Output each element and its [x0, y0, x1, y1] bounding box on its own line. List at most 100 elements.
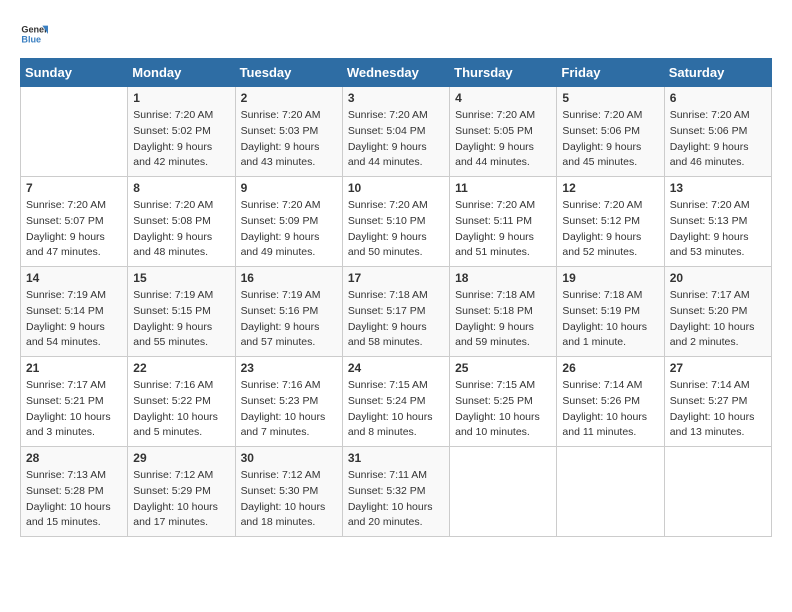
day-number: 30 — [241, 451, 337, 465]
day-info: Sunrise: 7:20 AMSunset: 5:08 PMDaylight:… — [133, 198, 229, 261]
day-number: 16 — [241, 271, 337, 285]
day-cell: 26 Sunrise: 7:14 AMSunset: 5:26 PMDaylig… — [557, 357, 664, 447]
day-cell: 18 Sunrise: 7:18 AMSunset: 5:18 PMDaylig… — [450, 267, 557, 357]
day-info: Sunrise: 7:15 AMSunset: 5:24 PMDaylight:… — [348, 378, 444, 441]
day-info: Sunrise: 7:20 AMSunset: 5:05 PMDaylight:… — [455, 108, 551, 171]
day-cell: 11 Sunrise: 7:20 AMSunset: 5:11 PMDaylig… — [450, 177, 557, 267]
day-info: Sunrise: 7:20 AMSunset: 5:12 PMDaylight:… — [562, 198, 658, 261]
day-cell — [664, 447, 771, 537]
day-number: 6 — [670, 91, 766, 105]
day-info: Sunrise: 7:16 AMSunset: 5:22 PMDaylight:… — [133, 378, 229, 441]
day-number: 10 — [348, 181, 444, 195]
day-cell: 23 Sunrise: 7:16 AMSunset: 5:23 PMDaylig… — [235, 357, 342, 447]
day-number: 5 — [562, 91, 658, 105]
day-cell: 17 Sunrise: 7:18 AMSunset: 5:17 PMDaylig… — [342, 267, 449, 357]
day-cell: 29 Sunrise: 7:12 AMSunset: 5:29 PMDaylig… — [128, 447, 235, 537]
day-number: 28 — [26, 451, 122, 465]
day-info: Sunrise: 7:18 AMSunset: 5:17 PMDaylight:… — [348, 288, 444, 351]
day-info: Sunrise: 7:11 AMSunset: 5:32 PMDaylight:… — [348, 468, 444, 531]
day-number: 11 — [455, 181, 551, 195]
header-thursday: Thursday — [450, 59, 557, 87]
header-sunday: Sunday — [21, 59, 128, 87]
day-cell: 8 Sunrise: 7:20 AMSunset: 5:08 PMDayligh… — [128, 177, 235, 267]
day-info: Sunrise: 7:18 AMSunset: 5:18 PMDaylight:… — [455, 288, 551, 351]
day-number: 7 — [26, 181, 122, 195]
week-row-3: 14 Sunrise: 7:19 AMSunset: 5:14 PMDaylig… — [21, 267, 772, 357]
day-cell: 25 Sunrise: 7:15 AMSunset: 5:25 PMDaylig… — [450, 357, 557, 447]
day-cell: 19 Sunrise: 7:18 AMSunset: 5:19 PMDaylig… — [557, 267, 664, 357]
day-info: Sunrise: 7:17 AMSunset: 5:21 PMDaylight:… — [26, 378, 122, 441]
day-cell: 20 Sunrise: 7:17 AMSunset: 5:20 PMDaylig… — [664, 267, 771, 357]
day-info: Sunrise: 7:19 AMSunset: 5:16 PMDaylight:… — [241, 288, 337, 351]
day-cell: 3 Sunrise: 7:20 AMSunset: 5:04 PMDayligh… — [342, 87, 449, 177]
day-number: 29 — [133, 451, 229, 465]
day-number: 23 — [241, 361, 337, 375]
day-cell: 5 Sunrise: 7:20 AMSunset: 5:06 PMDayligh… — [557, 87, 664, 177]
day-info: Sunrise: 7:20 AMSunset: 5:02 PMDaylight:… — [133, 108, 229, 171]
day-cell: 10 Sunrise: 7:20 AMSunset: 5:10 PMDaylig… — [342, 177, 449, 267]
day-number: 15 — [133, 271, 229, 285]
day-info: Sunrise: 7:12 AMSunset: 5:29 PMDaylight:… — [133, 468, 229, 531]
day-info: Sunrise: 7:20 AMSunset: 5:11 PMDaylight:… — [455, 198, 551, 261]
day-cell: 4 Sunrise: 7:20 AMSunset: 5:05 PMDayligh… — [450, 87, 557, 177]
day-number: 17 — [348, 271, 444, 285]
day-info: Sunrise: 7:20 AMSunset: 5:07 PMDaylight:… — [26, 198, 122, 261]
day-cell: 13 Sunrise: 7:20 AMSunset: 5:13 PMDaylig… — [664, 177, 771, 267]
day-info: Sunrise: 7:12 AMSunset: 5:30 PMDaylight:… — [241, 468, 337, 531]
day-cell: 7 Sunrise: 7:20 AMSunset: 5:07 PMDayligh… — [21, 177, 128, 267]
header-friday: Friday — [557, 59, 664, 87]
week-row-5: 28 Sunrise: 7:13 AMSunset: 5:28 PMDaylig… — [21, 447, 772, 537]
day-info: Sunrise: 7:14 AMSunset: 5:27 PMDaylight:… — [670, 378, 766, 441]
day-cell — [450, 447, 557, 537]
header-wednesday: Wednesday — [342, 59, 449, 87]
day-info: Sunrise: 7:14 AMSunset: 5:26 PMDaylight:… — [562, 378, 658, 441]
day-number: 27 — [670, 361, 766, 375]
day-cell: 30 Sunrise: 7:12 AMSunset: 5:30 PMDaylig… — [235, 447, 342, 537]
day-number: 2 — [241, 91, 337, 105]
calendar-table: SundayMondayTuesdayWednesdayThursdayFrid… — [20, 58, 772, 537]
week-row-2: 7 Sunrise: 7:20 AMSunset: 5:07 PMDayligh… — [21, 177, 772, 267]
day-cell: 27 Sunrise: 7:14 AMSunset: 5:27 PMDaylig… — [664, 357, 771, 447]
day-number: 13 — [670, 181, 766, 195]
day-cell: 1 Sunrise: 7:20 AMSunset: 5:02 PMDayligh… — [128, 87, 235, 177]
day-number: 18 — [455, 271, 551, 285]
day-cell: 28 Sunrise: 7:13 AMSunset: 5:28 PMDaylig… — [21, 447, 128, 537]
day-number: 31 — [348, 451, 444, 465]
day-info: Sunrise: 7:16 AMSunset: 5:23 PMDaylight:… — [241, 378, 337, 441]
day-number: 1 — [133, 91, 229, 105]
header-tuesday: Tuesday — [235, 59, 342, 87]
header-monday: Monday — [128, 59, 235, 87]
day-info: Sunrise: 7:20 AMSunset: 5:04 PMDaylight:… — [348, 108, 444, 171]
day-cell: 24 Sunrise: 7:15 AMSunset: 5:24 PMDaylig… — [342, 357, 449, 447]
svg-text:Blue: Blue — [21, 34, 41, 44]
day-cell: 9 Sunrise: 7:20 AMSunset: 5:09 PMDayligh… — [235, 177, 342, 267]
week-row-1: 1 Sunrise: 7:20 AMSunset: 5:02 PMDayligh… — [21, 87, 772, 177]
day-number: 8 — [133, 181, 229, 195]
day-cell: 16 Sunrise: 7:19 AMSunset: 5:16 PMDaylig… — [235, 267, 342, 357]
day-number: 12 — [562, 181, 658, 195]
day-cell: 2 Sunrise: 7:20 AMSunset: 5:03 PMDayligh… — [235, 87, 342, 177]
day-number: 21 — [26, 361, 122, 375]
week-row-4: 21 Sunrise: 7:17 AMSunset: 5:21 PMDaylig… — [21, 357, 772, 447]
day-number: 3 — [348, 91, 444, 105]
day-cell: 14 Sunrise: 7:19 AMSunset: 5:14 PMDaylig… — [21, 267, 128, 357]
day-info: Sunrise: 7:20 AMSunset: 5:06 PMDaylight:… — [670, 108, 766, 171]
day-cell: 15 Sunrise: 7:19 AMSunset: 5:15 PMDaylig… — [128, 267, 235, 357]
day-cell — [557, 447, 664, 537]
day-cell — [21, 87, 128, 177]
day-info: Sunrise: 7:18 AMSunset: 5:19 PMDaylight:… — [562, 288, 658, 351]
header-saturday: Saturday — [664, 59, 771, 87]
day-number: 26 — [562, 361, 658, 375]
day-info: Sunrise: 7:20 AMSunset: 5:10 PMDaylight:… — [348, 198, 444, 261]
day-info: Sunrise: 7:19 AMSunset: 5:14 PMDaylight:… — [26, 288, 122, 351]
day-number: 9 — [241, 181, 337, 195]
page-header: General Blue — [20, 20, 772, 48]
logo: General Blue — [20, 20, 52, 48]
day-cell: 12 Sunrise: 7:20 AMSunset: 5:12 PMDaylig… — [557, 177, 664, 267]
day-info: Sunrise: 7:20 AMSunset: 5:13 PMDaylight:… — [670, 198, 766, 261]
day-info: Sunrise: 7:17 AMSunset: 5:20 PMDaylight:… — [670, 288, 766, 351]
header-row: SundayMondayTuesdayWednesdayThursdayFrid… — [21, 59, 772, 87]
day-info: Sunrise: 7:13 AMSunset: 5:28 PMDaylight:… — [26, 468, 122, 531]
day-number: 24 — [348, 361, 444, 375]
day-number: 22 — [133, 361, 229, 375]
